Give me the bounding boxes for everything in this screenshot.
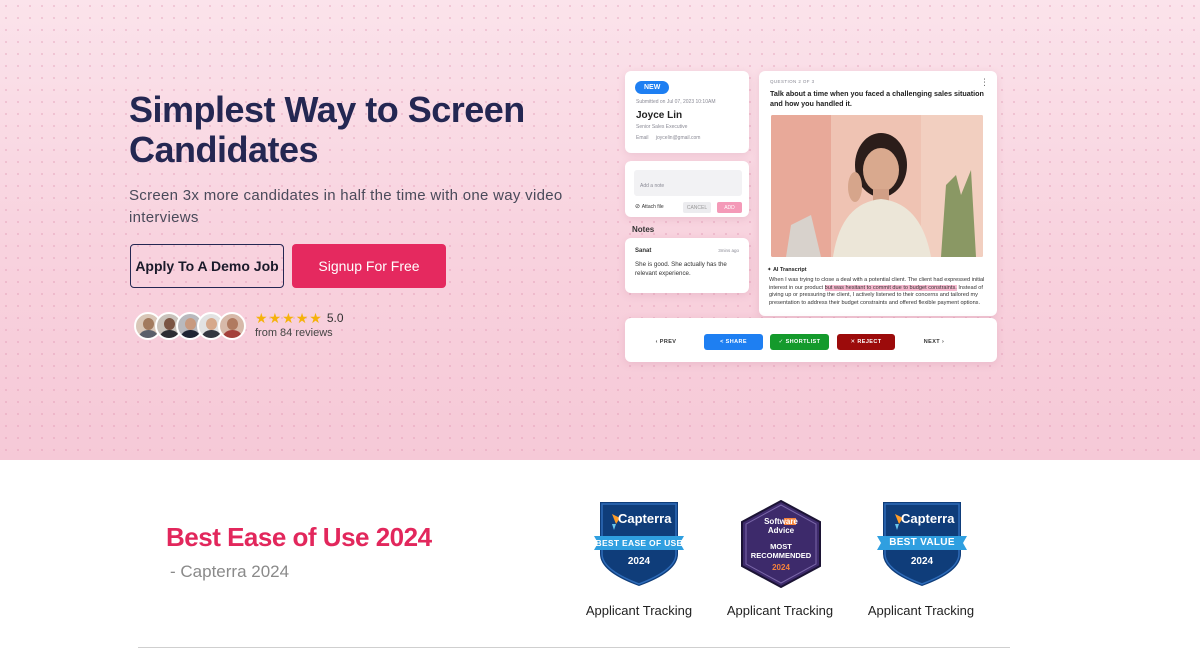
badge-label: Applicant Tracking	[585, 603, 693, 618]
apply-demo-job-button[interactable]: Apply To A Demo Job	[130, 244, 284, 288]
candidate-card: NEW Submitted on Jul 07, 2023 10:10AM Jo…	[625, 71, 749, 153]
candidate-role: Senior Sales Executive	[636, 124, 688, 130]
cancel-button[interactable]: CANCEL	[683, 202, 711, 213]
review-count: from 84 reviews	[255, 327, 333, 339]
badge-label: Applicant Tracking	[726, 603, 834, 618]
badge-ribbon: BEST EASE OF USE	[595, 538, 683, 548]
section-divider	[138, 647, 1010, 648]
paperclip-icon: ⊘	[635, 204, 641, 210]
new-badge: NEW	[635, 81, 670, 94]
capterra-ease-badge: Capterra BEST EASE OF USE 2024	[594, 500, 684, 588]
award-source: - Capterra 2024	[170, 562, 290, 581]
shortlist-button[interactable]: ✓ SHORTLIST	[770, 334, 829, 350]
signup-button[interactable]: Signup For Free	[292, 244, 446, 288]
candidate-video-frame	[771, 115, 983, 257]
rating: ★ ★ ★ ★ ★ 5.0 from 84 reviews	[255, 311, 344, 339]
note-input[interactable]: Add a note	[634, 170, 742, 196]
badge-brand: Software Advice	[764, 517, 798, 535]
hero-title: Simplest Way to Screen Candidates	[129, 89, 525, 170]
capterra-value-badge: Capterra BEST VALUE 2024	[877, 500, 967, 588]
ai-sparkle-icon: ✦	[767, 267, 772, 273]
more-options-icon[interactable]: ⋮	[980, 77, 989, 88]
transcript-highlight: but was hesitant to commit due to budget…	[824, 284, 957, 291]
software-advice-badge: Software Advice MOST RECOMMENDED 2024	[736, 499, 826, 589]
candidate-email: joycelin@gmail.com	[655, 135, 701, 141]
next-button[interactable]: NEXT ›	[913, 334, 955, 350]
note-time: 3mins ago	[718, 248, 739, 253]
star-icon: ★	[268, 310, 282, 326]
question-text: Talk about a time when you faced a chall…	[770, 89, 984, 108]
share-button[interactable]: < SHARE	[704, 334, 763, 350]
badge-brand: Capterra	[618, 511, 672, 526]
attach-file-label: Attach file	[641, 204, 664, 210]
candidate-email-row: Email joycelin@gmail.com	[636, 135, 700, 141]
prev-button[interactable]: ‹ PREV	[645, 334, 687, 350]
star-icon: ★	[309, 310, 322, 326]
note-author: Sanat	[635, 248, 652, 254]
hero-section: Simplest Way to Screen Candidates Screen…	[0, 0, 1200, 460]
badge-year: 2024	[910, 556, 934, 567]
action-bar: ‹ PREV < SHARE ✓ SHORTLIST ✕ REJECT NEXT…	[625, 318, 997, 362]
badge-brand: Capterra	[901, 511, 955, 526]
transcript-label: AI Transcript	[772, 267, 807, 273]
hero-subtitle: Screen 3x more candidates in half the ti…	[129, 187, 563, 226]
note-placeholder: Add a note	[640, 183, 665, 189]
question-card: QUESTION 2 OF 3 ⋮ Talk about a time when…	[759, 71, 997, 316]
badge-label: Applicant Tracking	[867, 603, 975, 618]
badge-year: 2024	[772, 563, 790, 572]
badge-year: 2024	[627, 556, 651, 567]
candidate-video[interactable]	[771, 115, 983, 257]
submitted-date: Submitted on Jul 07, 2023 10:10AM	[636, 99, 716, 105]
add-note-button[interactable]: ADD	[717, 202, 742, 213]
attach-file-link[interactable]: ⊘ Attach file	[635, 203, 664, 210]
reject-button[interactable]: ✕ REJECT	[837, 334, 895, 350]
star-icon: ★	[255, 310, 268, 326]
email-label: Email	[636, 135, 649, 141]
transcript-text: When I was trying to close a deal with a…	[769, 277, 985, 307]
add-note-card: Add a note ⊘ Attach file CANCEL ADD	[625, 161, 749, 217]
star-icon: ★	[295, 310, 309, 326]
question-counter: QUESTION 2 OF 3	[770, 79, 815, 84]
badge-ribbon: BEST VALUE	[889, 537, 955, 548]
rating-value: 5.0	[326, 311, 344, 325]
star-rating: ★ ★ ★ ★ ★ 5.0	[255, 311, 344, 325]
award-title: Best Ease of Use 2024	[166, 522, 432, 552]
star-icon: ★	[282, 310, 295, 326]
note-card: Sanat 3mins ago She is good. She actuall…	[625, 238, 749, 293]
avatar	[218, 312, 246, 340]
transcript-heading: ✦ AI Transcript	[767, 267, 807, 273]
note-text: She is good. She actually has the releva…	[635, 261, 727, 277]
notes-heading: Notes	[632, 225, 655, 234]
candidate-name: Joyce Lin	[636, 110, 683, 121]
badge-ribbon: MOST RECOMMENDED	[750, 542, 812, 560]
reviewer-avatars	[134, 312, 246, 342]
